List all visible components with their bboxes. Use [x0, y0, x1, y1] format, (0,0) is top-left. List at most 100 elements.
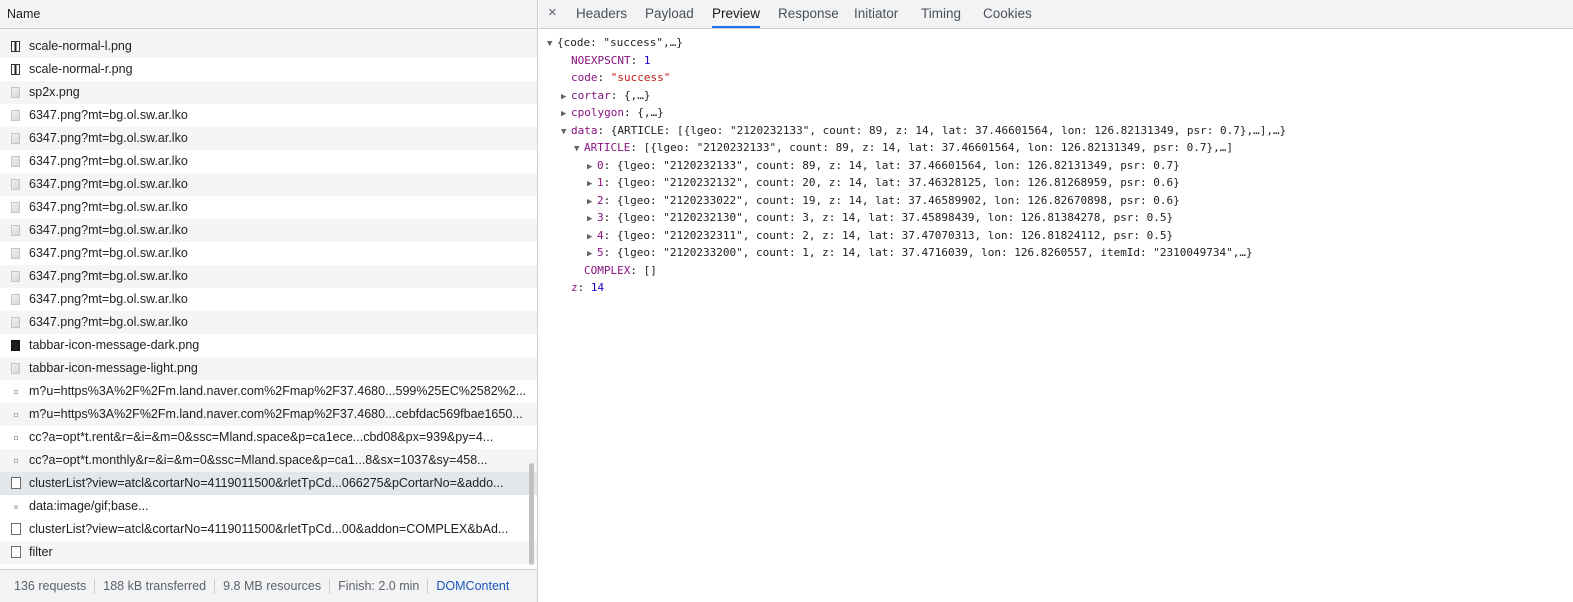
tab-timing[interactable]: Timing — [921, 0, 961, 28]
tree-node-article[interactable]: ▼ ARTICLE: [{lgeo: "2120232133", count: 8… — [539, 139, 1573, 157]
dark-image-icon — [11, 340, 20, 351]
request-count: 136 requests — [14, 579, 87, 593]
request-name: clusterList?view=atcl&cortarNo=411901150… — [29, 522, 509, 536]
tree-node-article-item[interactable]: ▶ 4: {lgeo: "2120232311", count: 2, z: 14… — [539, 227, 1573, 245]
tree-node-root[interactable]: ▼ {code: "success",…} — [539, 34, 1573, 52]
request-name: tabbar-icon-message-light.png — [29, 361, 198, 375]
dot-icon — [14, 413, 18, 417]
network-request-panel: Name scale-normal-l.png scale-normal-r.pn… — [0, 0, 538, 602]
document-icon — [11, 546, 21, 558]
request-name: m?u=https%3A%2F%2Fm.land.naver.com%2Fmap… — [29, 384, 527, 398]
article-items: ▶ 0: {lgeo: "2120232133", count: 89, z: 1… — [539, 157, 1573, 262]
request-name: 6347.png?mt=bg.ol.sw.ar.lko — [29, 223, 188, 237]
request-row[interactable]: sp2x.png — [0, 81, 537, 104]
request-row[interactable]: 6347.png?mt=bg.ol.sw.ar.lko — [0, 288, 537, 311]
tab-payload[interactable]: Payload — [645, 0, 694, 28]
image-icon — [11, 225, 20, 236]
tree-node-cortar[interactable]: ▶ cortar: {,…} — [539, 87, 1573, 105]
request-details-panel: × Headers Payload Preview Response Initiator… — [539, 0, 1573, 602]
request-row[interactable]: 6347.png?mt=bg.ol.sw.ar.lko — [0, 173, 537, 196]
request-name: 6347.png?mt=bg.ol.sw.ar.lko — [29, 200, 188, 214]
image-icon — [11, 179, 20, 190]
tree-node-article-item[interactable]: ▶ 0: {lgeo: "2120232133", count: 89, z: 1… — [539, 157, 1573, 175]
request-name: 6347.png?mt=bg.ol.sw.ar.lko — [29, 315, 188, 329]
tree-node-article-item[interactable]: ▶ 2: {lgeo: "2120233022", count: 19, z: 1… — [539, 192, 1573, 210]
tree-node-cpolygon[interactable]: ▶ cpolygon: {,…} — [539, 104, 1573, 122]
request-row[interactable]: 6347.png?mt=bg.ol.sw.ar.lko — [0, 104, 537, 127]
network-status-bar: 136 requests 188 kB transferred 9.8 MB res… — [0, 569, 537, 602]
request-name: 6347.png?mt=bg.ol.sw.ar.lko — [29, 246, 188, 260]
name-column-header[interactable]: Name — [0, 0, 537, 29]
request-row[interactable]: 6347.png?mt=bg.ol.sw.ar.lko — [0, 219, 537, 242]
json-preview: ▼ {code: "success",…} NOEXPSCNT: 1 code: … — [539, 29, 1573, 297]
image-icon — [11, 248, 20, 259]
request-name: cc?a=opt*t.rent&r=&i=&m=0&ssc=Mland.spac… — [29, 430, 494, 444]
request-row[interactable]: 6347.png?mt=bg.ol.sw.ar.lko — [0, 265, 537, 288]
transferred-size: 188 kB transferred — [103, 579, 207, 593]
image-icon — [11, 110, 20, 121]
request-row[interactable]: 6347.png?mt=bg.ol.sw.ar.lko — [0, 127, 537, 150]
request-row[interactable]: cc?a=opt*t.rent&r=&i=&m=0&ssc=Mland.spac… — [0, 426, 537, 449]
tab-preview[interactable]: Preview — [712, 0, 761, 28]
image-icon — [11, 363, 20, 374]
request-name: 6347.png?mt=bg.ol.sw.ar.lko — [29, 292, 188, 306]
request-name: 6347.png?mt=bg.ol.sw.ar.lko — [29, 269, 188, 283]
request-row[interactable]: data:image/gif;base... — [0, 495, 537, 518]
request-name: 6347.png?mt=bg.ol.sw.ar.lko — [29, 131, 188, 145]
gif-icon — [14, 505, 18, 509]
tab-initiator[interactable]: Initiator — [854, 0, 898, 28]
tree-node-z: z: 14 — [571, 281, 605, 294]
request-row[interactable]: cc?a=opt*t.monthly&r=&i=&m=0&ssc=Mland.s… — [0, 449, 537, 472]
tree-node-data[interactable]: ▼ data: {ARTICLE: [{lgeo: "2120232133", c… — [539, 122, 1573, 140]
request-name: scale-normal-l.png — [29, 39, 132, 53]
request-row[interactable]: scale-normal-l.png — [0, 35, 537, 58]
request-row[interactable]: clusterList?view=atcl&cortarNo=411901150… — [0, 518, 537, 541]
close-icon[interactable]: × — [548, 4, 557, 21]
details-tab-bar: × Headers Payload Preview Response Initiator… — [539, 0, 1573, 29]
dot-icon — [14, 436, 18, 440]
request-name: 6347.png?mt=bg.ol.sw.ar.lko — [29, 154, 188, 168]
tab-cookies[interactable]: Cookies — [983, 0, 1032, 28]
tree-node-code: code: "success" — [571, 71, 671, 84]
tree-node-complex: COMPLEX: [] — [584, 263, 657, 277]
document-icon — [11, 477, 21, 489]
tree-node-article-item[interactable]: ▶ 5: {lgeo: "2120233200", count: 1, z: 14… — [539, 244, 1573, 262]
finish-time: Finish: 2.0 min — [338, 579, 420, 593]
request-row[interactable]: 6347.png?mt=bg.ol.sw.ar.lko — [0, 196, 537, 219]
document-icon — [11, 523, 21, 535]
request-name: 6347.png?mt=bg.ol.sw.ar.lko — [29, 108, 188, 122]
request-row[interactable]: tabbar-icon-message-light.png — [0, 357, 537, 380]
request-row[interactable]: m?u=https%3A%2F%2Fm.land.naver.com%2Fmap… — [0, 403, 537, 426]
tab-headers[interactable]: Headers — [576, 0, 627, 28]
domcontent-link[interactable]: DOMContent — [428, 579, 517, 593]
request-row[interactable]: filter — [0, 541, 537, 564]
request-row[interactable]: 6347.png?mt=bg.ol.sw.ar.lko — [0, 311, 537, 334]
dot-icon — [14, 390, 18, 394]
image-icon — [11, 202, 20, 213]
request-list-scrollbar[interactable] — [529, 463, 534, 565]
dot-icon — [14, 459, 18, 463]
request-row[interactable]: tabbar-icon-message-dark.png — [0, 334, 537, 357]
request-name: filter — [29, 545, 53, 559]
request-name: cc?a=opt*t.monthly&r=&i=&m=0&ssc=Mland.s… — [29, 453, 488, 467]
tree-node-article-item[interactable]: ▶ 3: {lgeo: "2120232130", count: 3, z: 14… — [539, 209, 1573, 227]
request-name: 6347.png?mt=bg.ol.sw.ar.lko — [29, 177, 188, 191]
request-row[interactable]: clusterList?view=atcl&cortarNo=411901150… — [0, 472, 537, 495]
tree-node-article-item[interactable]: ▶ 1: {lgeo: "2120232132", count: 20, z: 1… — [539, 174, 1573, 192]
request-row[interactable]: m?u=https%3A%2F%2Fm.land.naver.com%2Fmap… — [0, 380, 537, 403]
request-name: scale-normal-r.png — [29, 62, 133, 76]
image-icon — [11, 294, 20, 305]
request-list: scale-normal-l.png scale-normal-r.png sp2x… — [0, 29, 537, 567]
request-row[interactable]: 6347.png?mt=bg.ol.sw.ar.lko — [0, 150, 537, 173]
bar-image-icon — [11, 41, 20, 52]
image-icon — [11, 133, 20, 144]
request-row[interactable]: scale-normal-r.png — [0, 58, 537, 81]
bar-image-icon — [11, 64, 20, 75]
image-icon — [11, 317, 20, 328]
request-name: m?u=https%3A%2F%2Fm.land.naver.com%2Fmap… — [29, 407, 523, 421]
image-icon — [11, 271, 20, 282]
image-icon — [11, 156, 20, 167]
resources-size: 9.8 MB resources — [223, 579, 322, 593]
tab-response[interactable]: Response — [778, 0, 839, 28]
request-row[interactable]: 6347.png?mt=bg.ol.sw.ar.lko — [0, 242, 537, 265]
